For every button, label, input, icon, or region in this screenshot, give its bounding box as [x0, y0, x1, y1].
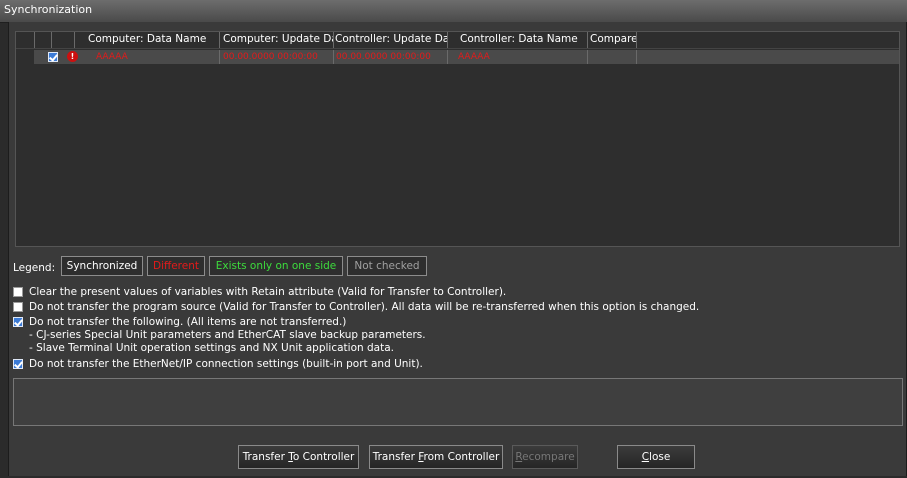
- synchronization-window: Computer: Data Name Computer: Update Da …: [8, 22, 907, 476]
- transfer-from-controller-button[interactable]: Transfer From Controller: [369, 445, 503, 469]
- title-bar: Synchronization: [0, 0, 907, 23]
- window-title: Synchronization: [4, 3, 93, 16]
- error-icon: !: [67, 51, 78, 62]
- col-header-controller-update-date[interactable]: Controller: Update Da: [335, 33, 447, 47]
- sync-data-grid[interactable]: Computer: Data Name Computer: Update Da …: [15, 31, 900, 247]
- option-no-ethernet-ip-checkbox[interactable]: [13, 359, 23, 369]
- message-area: [13, 378, 903, 426]
- row-computer-update-date: 00.00.0000 00:00:00: [223, 52, 318, 62]
- col-header-controller-data-name[interactable]: Controller: Data Name: [460, 33, 590, 47]
- grid-header: Computer: Data Name Computer: Update Da …: [16, 32, 899, 49]
- legend-synchronized: Synchronized: [61, 256, 143, 276]
- legend-not-checked: Not checked: [347, 256, 427, 276]
- row-computer-data-name: AAAAA: [96, 52, 128, 62]
- row-controller-data-name: AAAAA: [458, 52, 490, 62]
- row-controller-update-date: 00.00.0000 00:00:00: [336, 52, 431, 62]
- option-no-program-source-checkbox[interactable]: [13, 302, 23, 312]
- row-compare: [590, 50, 630, 64]
- col-header-computer-update-date[interactable]: Computer: Update Da: [223, 33, 333, 47]
- recompare-button[interactable]: Recompare: [512, 445, 578, 469]
- option-clear-retain-checkbox[interactable]: [13, 287, 23, 297]
- close-button[interactable]: Close: [617, 445, 695, 469]
- legend-label: Legend:: [13, 262, 56, 274]
- transfer-to-controller-button[interactable]: Transfer To Controller: [238, 445, 359, 469]
- row-transfer-checkbox[interactable]: [48, 52, 58, 62]
- legend-different: Different: [147, 256, 205, 276]
- option-no-transfer-following-checkbox[interactable]: [13, 317, 23, 327]
- col-header-computer-data-name[interactable]: Computer: Data Name: [88, 33, 216, 47]
- table-row[interactable]: ! AAAAA 00.00.0000 00:00:00 00.00.0000 0…: [34, 50, 899, 64]
- col-header-compare[interactable]: Compare: [590, 33, 640, 47]
- legend-exists-only-one-side: Exists only on one side: [209, 256, 343, 276]
